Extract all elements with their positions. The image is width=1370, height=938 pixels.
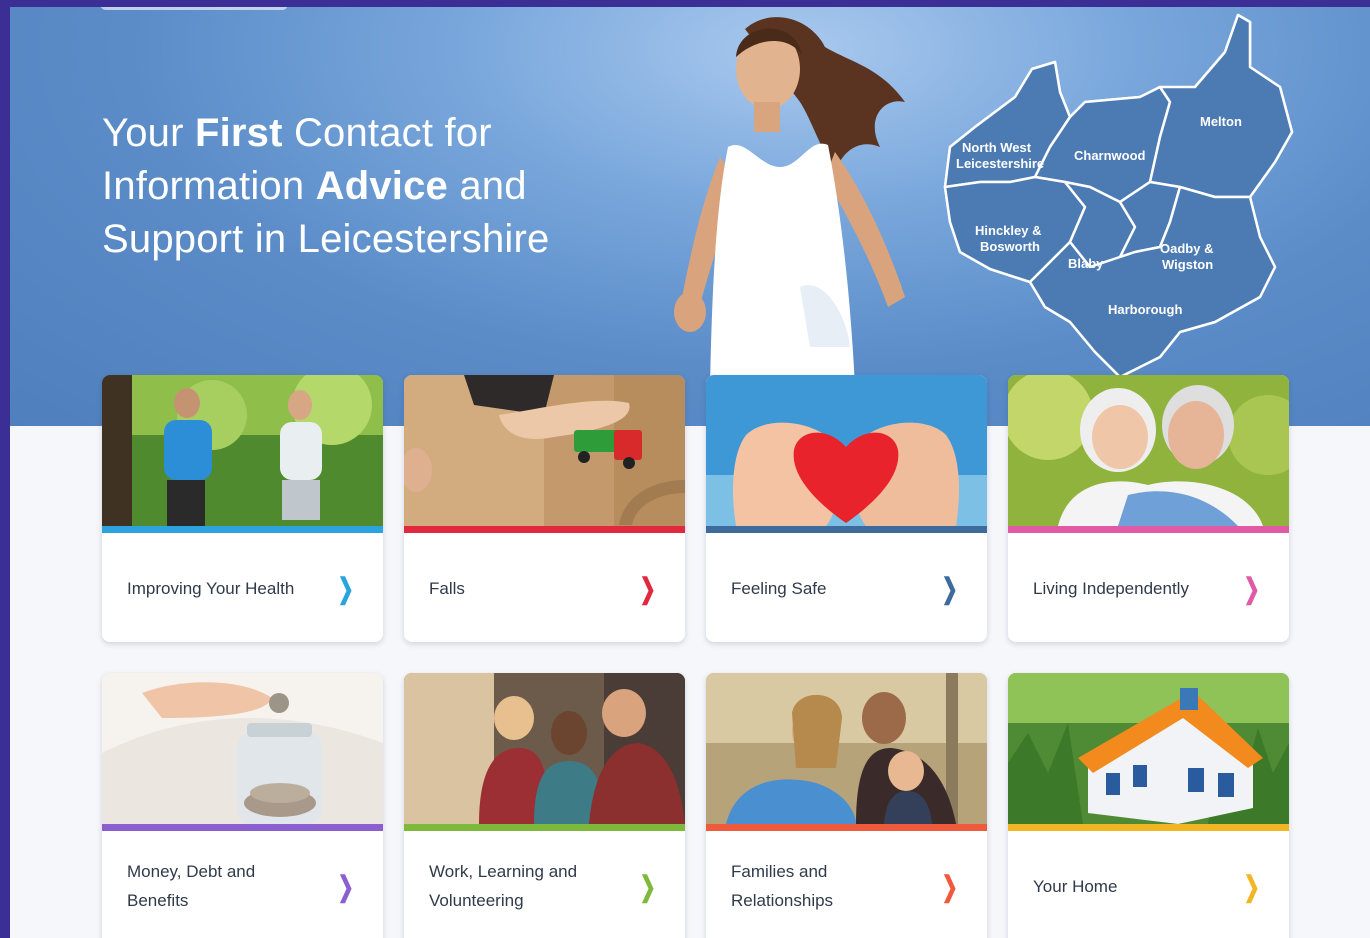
chevron-right-icon[interactable]: ❯ [639, 575, 655, 603]
chevron-right-icon[interactable]: ❯ [1243, 575, 1259, 603]
page-title: Your First Contact for Information Advic… [102, 111, 550, 261]
map-label-leicestershire: Leicestershire [956, 156, 1044, 171]
card-improving-your-health[interactable]: Improving Your Health ❯ [102, 375, 383, 642]
card-color-bar [102, 824, 383, 831]
card-image [404, 375, 685, 526]
card-color-bar [1008, 526, 1289, 533]
map-label-melton: Melton [1200, 114, 1242, 129]
card-label: Improving Your Health [127, 579, 295, 598]
card-money-debt-benefits[interactable]: Money, Debt and Benefits ❯ [102, 673, 383, 938]
card-feeling-safe[interactable]: Feeling Safe ❯ [706, 375, 987, 642]
chevron-right-icon[interactable]: ❯ [941, 575, 957, 603]
card-living-independently[interactable]: Living Independently ❯ [1008, 375, 1289, 642]
card-image [1008, 673, 1289, 824]
card-label: Living Independently [1033, 579, 1189, 598]
hero-banner: Your First Contact for Information Advic… [10, 7, 1370, 426]
card-image [102, 375, 383, 526]
map-label-oadby: Oadby & [1160, 241, 1213, 256]
card-image [102, 673, 383, 824]
chevron-right-icon[interactable]: ❯ [1243, 873, 1259, 901]
card-your-home[interactable]: Your Home ❯ [1008, 673, 1289, 938]
card-work-learning-volunteering[interactable]: Work, Learning and Volunteering ❯ [404, 673, 685, 938]
card-color-bar [404, 526, 685, 533]
map-label-blaby: Blaby [1068, 256, 1104, 271]
card-color-bar [1008, 824, 1289, 831]
card-color-bar [102, 526, 383, 533]
map-label-harborough: Harborough [1108, 302, 1182, 317]
card-label: Feeling Safe [731, 579, 827, 598]
card-label: Your Home [1033, 877, 1118, 896]
card-color-bar [706, 526, 987, 533]
chevron-right-icon[interactable]: ❯ [941, 873, 957, 901]
card-label: Work, Learning and Volunteering [429, 862, 578, 910]
map-label-hinckley: Hinckley & [975, 223, 1041, 238]
card-label: Falls [429, 579, 465, 598]
card-image [404, 673, 685, 824]
runner-image [674, 17, 905, 426]
card-image [1008, 375, 1289, 526]
district-map[interactable]: North West Leicestershire Charnwood Melt… [920, 7, 1310, 387]
card-color-bar [706, 824, 987, 831]
card-falls[interactable]: Falls ❯ [404, 375, 685, 642]
card-image [706, 375, 987, 526]
chevron-right-icon[interactable]: ❯ [337, 575, 353, 603]
top-tab[interactable] [100, 7, 288, 10]
card-color-bar [404, 824, 685, 831]
chevron-right-icon[interactable]: ❯ [337, 873, 353, 901]
card-image [706, 673, 987, 824]
map-label-charnwood: Charnwood [1074, 148, 1146, 163]
card-label: Money, Debt and Benefits [127, 862, 256, 910]
card-families-relationships[interactable]: Families and Relationships ❯ [706, 673, 987, 938]
chevron-right-icon[interactable]: ❯ [639, 873, 655, 901]
map-label-bosworth: Bosworth [980, 239, 1040, 254]
map-label-wigston: Wigston [1162, 257, 1213, 272]
card-label: Families and Relationships [731, 862, 834, 910]
map-label-north-west: North West [962, 140, 1032, 155]
page: Your First Contact for Information Advic… [10, 7, 1370, 938]
